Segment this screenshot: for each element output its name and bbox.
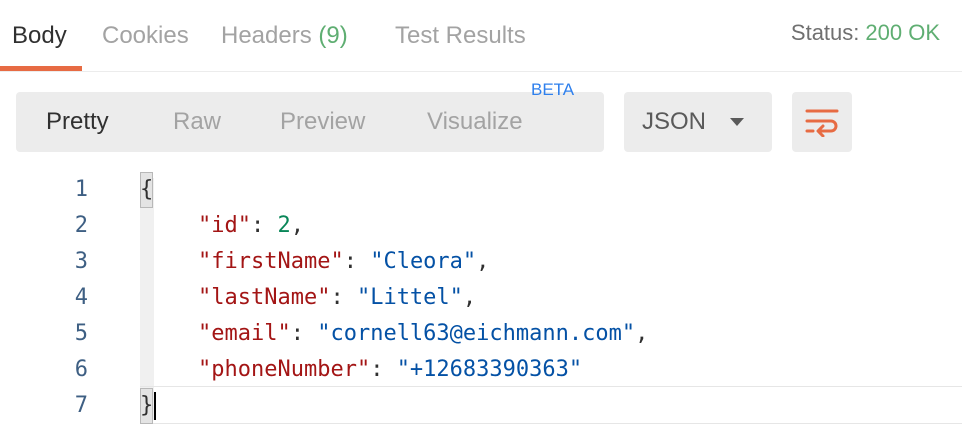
view-raw-label: Raw <box>173 108 222 135</box>
json-key: "firstName" <box>198 249 344 274</box>
json-separator: : <box>343 249 371 274</box>
json-key: "phoneNumber" <box>198 357 371 382</box>
tab-test-results[interactable]: Test Results <box>395 20 526 52</box>
wrap-lines-button[interactable] <box>792 92 852 152</box>
active-line-highlight <box>140 386 962 424</box>
active-tab-underline <box>0 66 82 71</box>
format-selected-value: JSON <box>642 108 707 135</box>
text-cursor <box>154 392 157 420</box>
format-dropdown[interactable]: JSON <box>624 92 772 152</box>
json-value: "cornell63@eichmann.com" <box>317 321 636 346</box>
json-separator: : <box>330 285 357 310</box>
tab-headers-label: Headers <box>221 22 312 49</box>
line-number: 6 <box>74 357 88 382</box>
response-body-editor[interactable]: 1 2 3 4 5 6 7 { "id": 2, "firstName": "C… <box>0 170 962 448</box>
json-separator: : <box>250 213 278 238</box>
response-tab-bar: Body Cookies Headers (9) Test Results St… <box>0 0 962 72</box>
code-line: "id": 2, <box>198 208 304 244</box>
json-value: "Littel" <box>356 285 463 310</box>
beta-badge: BETA <box>531 80 575 99</box>
line-number: 7 <box>74 393 88 418</box>
wrap-lines-icon <box>805 109 839 137</box>
json-separator: : <box>370 357 397 382</box>
line-number: 1 <box>74 177 88 202</box>
view-preview-label: Preview <box>280 108 366 135</box>
status-value: 200 OK <box>865 20 940 45</box>
json-trail: , <box>476 249 490 274</box>
indent-guide <box>140 178 154 420</box>
json-key: "id" <box>198 213 251 238</box>
code-line: "firstName": "Cleora", <box>198 244 489 280</box>
json-key: "email" <box>198 321 291 346</box>
line-number: 4 <box>74 285 88 310</box>
view-pretty-button[interactable]: Pretty <box>46 92 109 152</box>
line-number: 2 <box>74 213 88 238</box>
headers-count-badge: (9) <box>318 22 348 49</box>
code-line: } <box>140 388 157 424</box>
view-raw-button[interactable]: Raw <box>173 92 221 152</box>
chevron-down-icon <box>730 118 744 126</box>
tab-cookies-label: Cookies <box>102 22 189 49</box>
view-pretty-label: Pretty <box>46 108 109 135</box>
tab-body-label: Body <box>12 22 67 49</box>
json-trail: , <box>290 213 304 238</box>
json-value: 2 <box>277 213 291 238</box>
view-visualize-button[interactable]: Visualize BETA <box>427 80 574 152</box>
code-line: "phoneNumber": "+12683390363" <box>198 352 582 388</box>
view-visualize-label: Visualize <box>427 108 523 135</box>
view-mode-group: Pretty Raw Preview Visualize BETA <box>16 80 604 152</box>
view-preview-button[interactable]: Preview <box>280 92 365 152</box>
json-trail: , <box>462 285 477 310</box>
close-brace: } <box>140 388 154 424</box>
json-separator: : <box>290 321 318 346</box>
json-trail: , <box>635 321 649 346</box>
response-status: Status: 200 OK <box>791 18 940 48</box>
tab-headers[interactable]: Headers (9) <box>221 20 348 52</box>
code-line: "email": "cornell63@eichmann.com", <box>198 316 648 352</box>
json-value: "+12683390363" <box>396 357 583 382</box>
tab-body[interactable]: Body <box>12 20 67 52</box>
json-value: "Cleora" <box>370 249 477 274</box>
code-line: { <box>140 172 154 208</box>
tab-test-results-label: Test Results <box>395 22 526 49</box>
json-key: "lastName" <box>198 285 331 310</box>
open-brace: { <box>140 172 154 208</box>
status-label: Status: <box>790 20 860 45</box>
line-number: 3 <box>74 249 88 274</box>
tab-cookies[interactable]: Cookies <box>102 20 189 52</box>
code-line: "lastName": "Littel", <box>198 280 476 316</box>
line-number: 5 <box>74 321 88 346</box>
